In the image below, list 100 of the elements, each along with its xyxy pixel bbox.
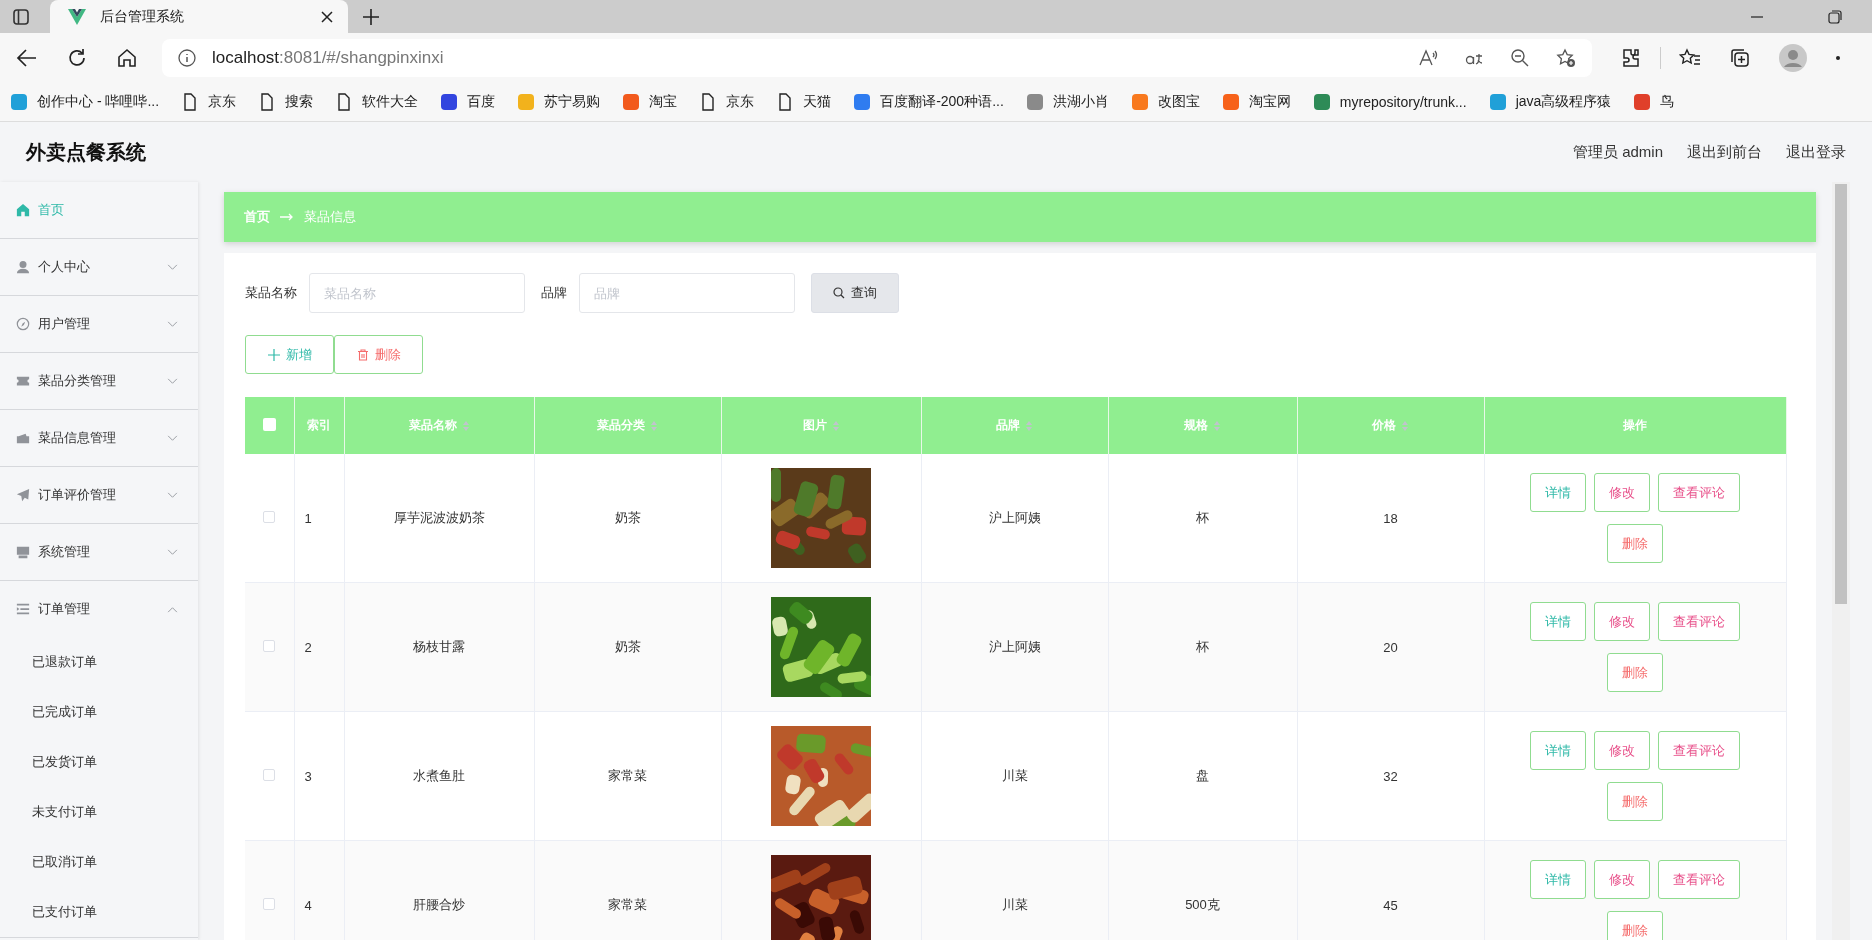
sidebar-subitem[interactable]: 未支付订单 [0,787,198,837]
restore-icon[interactable] [1828,9,1842,24]
info-icon [178,49,196,67]
bookmark[interactable]: 淘宝网 [1221,93,1291,111]
table-cell: 川菜 [1001,897,1028,912]
table-cell: 厚芋泥波波奶茶 [393,510,485,525]
tab-title: 后台管理系统 [100,7,185,26]
chevron-down-icon [167,377,178,385]
action-button[interactable]: 查看评论 [1658,473,1741,512]
table-cell: 1 [304,510,312,526]
action-button[interactable]: 查看评论 [1658,602,1741,641]
sidebar-item[interactable]: 菜品信息管理 [0,410,198,466]
table-cell: 2 [304,639,312,655]
sidebar-subitem[interactable]: 已退款订单 [0,637,198,687]
sidebar-subitem[interactable]: 已取消订单 [0,837,198,887]
table-cell: 杨枝甘露 [413,639,465,654]
app-title: 外卖点餐系统 [26,139,146,165]
bookmark[interactable]: 百度 [440,93,496,111]
action-button[interactable]: 查看评论 [1658,860,1741,899]
trash-icon [356,348,369,361]
profile-avatar-icon[interactable] [1779,44,1807,72]
extensions-icon[interactable] [1620,47,1642,69]
ticket-icon [16,374,30,388]
add-favorite-icon[interactable] [1556,48,1576,68]
scrollbar[interactable] [1832,182,1850,940]
header-link[interactable]: 退出登录 [1786,142,1846,162]
tab-actions-icon[interactable] [12,7,30,26]
bookmark[interactable]: 京东 [699,93,755,111]
sidebar-item[interactable]: 订单评价管理 [0,467,198,523]
zoom-out-icon[interactable] [1510,48,1530,68]
user-label: 管理员 admin [1572,142,1663,162]
refresh-icon[interactable] [66,47,88,69]
column-header: 菜品分类 [597,417,658,434]
header-link[interactable]: 退出到前台 [1687,142,1762,162]
column-header: 规格 [1184,417,1221,434]
table-cell: 奶茶 [614,639,641,654]
action-button[interactable]: 修改 [1594,860,1651,899]
sidebar-subitem[interactable]: 已发货订单 [0,737,198,787]
row-checkbox[interactable] [263,768,276,781]
sidebar-item[interactable]: 系统管理 [0,524,198,580]
search-button[interactable]: 查询 [811,273,899,313]
url-text: localhost:8081/#/shangpinxinxi [212,48,444,68]
close-icon[interactable] [320,9,334,24]
column-header: 操作 [1623,417,1648,434]
table-cell: 18 [1383,510,1398,526]
table-cell: 20 [1383,639,1398,655]
table-cell: 杯 [1196,510,1209,525]
sidebar-item[interactable]: 订单管理 [0,581,198,637]
table-cell: 杯 [1196,639,1209,654]
bookmark[interactable]: java高级程序猿 [1488,93,1612,111]
browser-tab[interactable]: 后台管理系统 [50,0,348,33]
back-icon[interactable] [16,47,38,69]
bookmark[interactable]: myrepository/trunk... [1312,93,1467,111]
action-button[interactable]: 修改 [1594,731,1651,770]
column-header: 索引 [307,417,331,434]
more-icon[interactable] [1835,55,1841,61]
sidebar-item[interactable]: 个人中心 [0,239,198,295]
chevron-down-icon [167,434,178,442]
bookmark[interactable]: 洪湖小肖 [1025,93,1109,111]
bookmark[interactable]: 软件大全 [335,93,419,111]
search-icon [833,287,845,299]
home-icon[interactable] [116,47,138,69]
sidebar-subitem[interactable]: 已支付订单 [0,887,198,937]
bookmark[interactable]: 苏宁易购 [517,93,601,111]
search-field[interactable]: 菜品名称 [309,273,525,313]
chevron-down-icon [167,548,178,556]
collections-icon[interactable] [1729,47,1751,69]
search-field[interactable]: 品牌 [579,273,795,313]
select-all-checkbox[interactable] [262,417,276,431]
table-cell: 家常菜 [608,768,647,783]
row-checkbox[interactable] [263,897,276,910]
chevron-down-icon [167,491,178,499]
new-tab-icon[interactable] [362,7,380,26]
bookmark[interactable]: 京东 [181,93,237,111]
action-button[interactable]: 修改 [1594,602,1651,641]
bookmark[interactable]: 搜索 [258,93,314,111]
arrow-right-icon [280,213,294,221]
wallet-icon [16,431,30,445]
column-header: 品牌 [996,417,1033,434]
row-checkbox[interactable] [263,510,276,523]
sidebar-subitem[interactable]: 已完成订单 [0,687,198,737]
read-aloud-icon[interactable] [1418,48,1438,68]
action-button[interactable]: 查看评论 [1658,731,1741,770]
bookmark[interactable]: 创作中心 - 哔哩哔... [10,93,160,111]
sidebar-item[interactable]: 菜品分类管理 [0,353,198,409]
bookmark[interactable]: 天猫 [776,93,832,111]
chevron-down-icon [167,263,178,271]
bookmark[interactable]: 鸟 [1633,93,1675,111]
column-header: 图片 [802,417,840,434]
chevron-down-icon [167,320,178,328]
bookmark[interactable]: 百度翻译-200种语... [853,93,1004,111]
field-label: 菜品名称 [245,284,297,302]
home-icon [16,203,30,217]
bookmark[interactable]: 淘宝 [622,93,678,111]
row-checkbox[interactable] [263,639,276,652]
address-bar[interactable]: localhost:8081/#/shangpinxinxi [162,39,1592,77]
bookmark[interactable]: 改图宝 [1130,93,1200,111]
sidebar-item[interactable]: 用户管理 [0,296,198,352]
action-button[interactable]: 修改 [1594,473,1651,512]
table-cell: 奶茶 [614,510,641,525]
